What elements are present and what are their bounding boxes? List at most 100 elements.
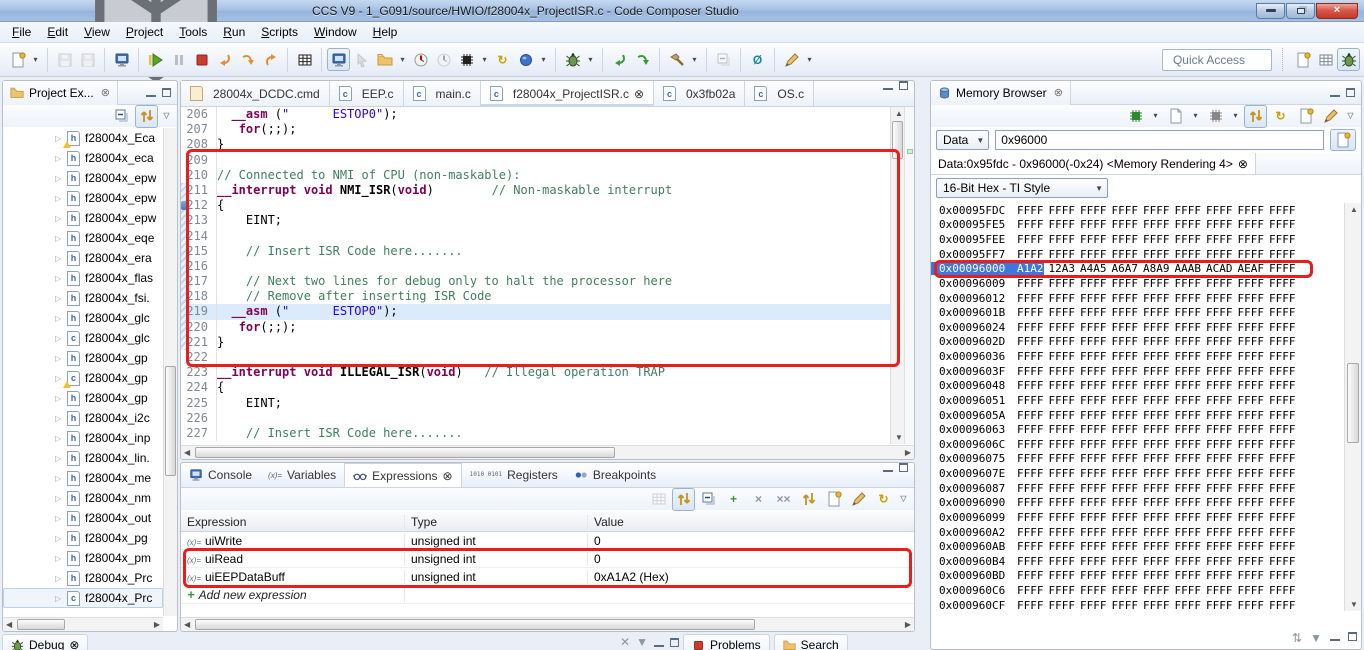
- memory-value[interactable]: FFFF: [1175, 233, 1202, 246]
- editor-tab[interactable]: cf28004x_ProjectISR.c⊗: [481, 81, 654, 106]
- close-icon[interactable]: ⊗: [101, 86, 110, 99]
- expressions-hscrollbar[interactable]: ◀▶: [181, 617, 914, 631]
- expand-icon[interactable]: ▷: [55, 534, 67, 543]
- memory-value[interactable]: FFFF: [1049, 540, 1076, 553]
- memory-value[interactable]: FFFF: [1175, 599, 1202, 611]
- step-forward-icon[interactable]: [631, 48, 654, 71]
- memory-value[interactable]: FFFF: [1238, 409, 1265, 422]
- memory-value[interactable]: FFFF: [1206, 496, 1233, 509]
- memory-value[interactable]: FFFF: [1017, 438, 1044, 451]
- memory-value[interactable]: FFFF: [1080, 467, 1107, 480]
- memory-value[interactable]: FFFF: [1017, 452, 1044, 465]
- expand-icon[interactable]: ▷: [55, 574, 67, 583]
- memory-value[interactable]: FFFF: [1112, 423, 1139, 436]
- memory-value[interactable]: FFFF: [1080, 555, 1107, 568]
- memory-value[interactable]: FFFF: [1049, 335, 1076, 348]
- memory-value[interactable]: FFFF: [1206, 335, 1233, 348]
- memory-value[interactable]: FFFF: [1143, 409, 1170, 422]
- memory-value[interactable]: FFFF: [1143, 482, 1170, 495]
- import-icon[interactable]: [822, 488, 845, 511]
- memory-monitor-icon[interactable]: [327, 48, 350, 71]
- memory-value[interactable]: FFFF: [1112, 482, 1139, 495]
- code-line-207[interactable]: 207 for(;;);: [181, 122, 914, 137]
- problems-view-tab[interactable]: Problems: [683, 634, 770, 650]
- view-tab-registers[interactable]: 1010 0101Registers: [462, 463, 566, 487]
- memory-value[interactable]: FFFF: [1175, 321, 1202, 334]
- memory-value[interactable]: FFFF: [1112, 584, 1139, 597]
- close-button[interactable]: ×: [1316, 3, 1358, 19]
- menu-help[interactable]: Help: [365, 23, 406, 41]
- memory-value[interactable]: FFFF: [1112, 306, 1139, 319]
- memory-value[interactable]: FFFF: [1143, 540, 1170, 553]
- memory-value[interactable]: FFFF: [1143, 569, 1170, 582]
- memory-value[interactable]: FFFF: [1049, 321, 1076, 334]
- link-with-editor-icon[interactable]: [135, 105, 158, 128]
- maximize-view-icon[interactable]: [1346, 88, 1355, 97]
- project-explorer-tab[interactable]: Project Ex... ⊗: [3, 81, 118, 105]
- editor-tab[interactable]: 28004x_DCDC.cmd: [181, 81, 330, 106]
- memory-value[interactable]: FFFF: [1017, 409, 1044, 422]
- memory-value[interactable]: FFFF: [1112, 204, 1139, 217]
- memory-value[interactable]: FFFF: [1143, 350, 1170, 363]
- tree-item[interactable]: ▷hf28004x_pm: [3, 548, 163, 568]
- memory-value[interactable]: FFFF: [1112, 467, 1139, 480]
- memory-value[interactable]: FFFF: [1175, 379, 1202, 392]
- memory-value[interactable]: FFFF: [1206, 233, 1233, 246]
- memory-value[interactable]: FFFF: [1017, 540, 1044, 553]
- column-header-value[interactable]: Value: [588, 515, 914, 529]
- memory-row[interactable]: 0x000960A2FFFFFFFFFFFFFFFFFFFFFFFFFFFFFF…: [931, 525, 1344, 540]
- overview-ruler[interactable]: [904, 107, 914, 444]
- memory-value[interactable]: FFFF: [1269, 423, 1296, 436]
- debug-view-tab[interactable]: Debug ⊗: [2, 634, 88, 650]
- memory-value[interactable]: FFFF: [1143, 496, 1170, 509]
- memory-value[interactable]: FFFF: [1080, 423, 1107, 436]
- chip-gray-icon[interactable]: [1204, 105, 1227, 128]
- go-button[interactable]: [1330, 129, 1356, 151]
- memory-value[interactable]: FFFF: [1080, 321, 1107, 334]
- memory-value[interactable]: FFFF: [1080, 292, 1107, 305]
- memory-value[interactable]: FFFF: [1238, 452, 1265, 465]
- memory-value[interactable]: FFFF: [1175, 452, 1202, 465]
- memory-value[interactable]: FFFF: [1175, 292, 1202, 305]
- memory-value[interactable]: FFFF: [1175, 204, 1202, 217]
- memory-value[interactable]: FFFF: [1269, 452, 1296, 465]
- memory-value[interactable]: FFFF: [1080, 584, 1107, 597]
- memory-value[interactable]: FFFF: [1143, 379, 1170, 392]
- memory-value[interactable]: FFFF: [1238, 218, 1265, 231]
- expression-row[interactable]: (x)=uiReadunsigned int0: [181, 550, 914, 568]
- memory-value[interactable]: FFFF: [1049, 394, 1076, 407]
- memory-value[interactable]: FFFF: [1175, 306, 1202, 319]
- memory-value[interactable]: FFFF: [1080, 365, 1107, 378]
- memory-row[interactable]: 0x000960ABFFFFFFFFFFFFFFFFFFFFFFFFFFFFFF…: [931, 539, 1344, 554]
- memory-value[interactable]: FFFF: [1238, 423, 1265, 436]
- expand-icon[interactable]: ▷: [55, 274, 67, 283]
- memory-value[interactable]: FFFF: [1238, 321, 1265, 334]
- memory-value[interactable]: A4A5: [1080, 262, 1107, 275]
- maximize-view-icon[interactable]: [899, 463, 908, 472]
- memory-value[interactable]: FFFF: [1206, 394, 1233, 407]
- tree-item[interactable]: ▷hf28004x_out: [3, 508, 163, 528]
- memory-value[interactable]: FFFF: [1143, 599, 1170, 611]
- tree-item[interactable]: ▷cf28004x_gp: [3, 368, 163, 388]
- memory-value[interactable]: FFFF: [1238, 599, 1265, 611]
- editor-tab[interactable]: cOS.c: [745, 81, 814, 106]
- expand-icon[interactable]: ▷: [55, 234, 67, 243]
- memory-value[interactable]: FFFF: [1269, 584, 1296, 597]
- memory-value[interactable]: A1A2: [1017, 262, 1044, 275]
- memory-value[interactable]: FFFF: [1017, 526, 1044, 539]
- memory-value[interactable]: FFFF: [1269, 292, 1296, 305]
- code-line-210[interactable]: 210// Connected to NMI of CPU (non-maska…: [181, 168, 914, 183]
- memory-value[interactable]: FFFF: [1049, 526, 1076, 539]
- memory-value[interactable]: FFFF: [1238, 511, 1265, 524]
- memory-value[interactable]: FFFF: [1238, 248, 1265, 261]
- memory-value[interactable]: FFFF: [1269, 262, 1296, 275]
- memory-row[interactable]: 0x0009607EFFFFFFFFFFFFFFFFFFFFFFFFFFFFFF…: [931, 466, 1344, 481]
- memory-value[interactable]: FFFF: [1238, 292, 1265, 305]
- maximize-view-icon[interactable]: [1348, 632, 1357, 641]
- tree-item[interactable]: ▷cf28004x_glc: [3, 328, 163, 348]
- close-icon[interactable]: ⊗: [443, 469, 453, 483]
- expand-icon[interactable]: ▷: [55, 394, 67, 403]
- add-new-expression-row[interactable]: +Add new expression: [181, 586, 914, 604]
- expand-icon[interactable]: ▷: [55, 174, 67, 183]
- memory-value[interactable]: FFFF: [1269, 321, 1296, 334]
